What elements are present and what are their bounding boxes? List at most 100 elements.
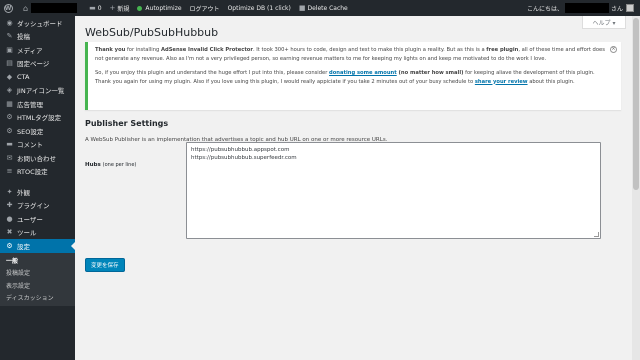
review-link[interactable]: share your review <box>475 79 528 85</box>
avatar <box>626 4 634 12</box>
notice-paragraph-2: So, if you enjoy this plugin and underst… <box>95 69 607 86</box>
account-menu[interactable]: こんにちは、 さん <box>527 0 634 16</box>
sidebar-item-label: ダッシュボード <box>17 19 63 28</box>
comments-menu[interactable]: ▬ 0 <box>85 0 105 16</box>
notice-free-plugin: free plugin <box>486 47 519 53</box>
notice-plugin-name: AdSense Invalid Click Protector <box>160 47 253 53</box>
submenu-reading[interactable]: 表示設定 <box>0 281 75 294</box>
notice-text: about this plugin. <box>527 78 575 85</box>
user-icon: ● <box>6 214 13 223</box>
sidebar-item[interactable]: ✎ 投稿 <box>0 30 75 44</box>
sidebar-item[interactable]: ▬ コメント <box>0 138 75 152</box>
hubs-textarea[interactable]: https://pubsubhubbub.appspot.com https:/… <box>186 142 601 239</box>
greeting-suffix: さん <box>610 5 623 13</box>
save-changes-button[interactable]: 変更を保存 <box>85 258 125 272</box>
main-content: ヘルプ ▾ WebSub/PubSubHubbub Thank you for … <box>75 16 632 360</box>
sidebar-item-label: メディア <box>17 46 43 55</box>
section-title: Publisher Settings <box>85 119 169 128</box>
admin-bar: W ⌂ ▬ 0 + 新規 Autoptimize ログアウト Optimize … <box>0 0 640 16</box>
pin-icon: ✎ <box>6 32 13 41</box>
submenu-general[interactable]: 一般 <box>0 256 75 269</box>
sidebar-item[interactable]: ✖ ツール <box>0 226 75 240</box>
optimize-db-link[interactable]: Optimize DB (1 click) <box>224 0 295 16</box>
delete-cache-label: Delete Cache <box>307 4 348 12</box>
hub-url-line: https://pubsubhubbub.appspot.com <box>191 147 290 153</box>
page-scrollbar[interactable] <box>632 16 640 360</box>
greeting-text: こんにちは、 <box>526 5 563 13</box>
sidebar-item[interactable]: ◉ ダッシュボード <box>0 16 75 30</box>
rtoc-icon: ≡ <box>6 167 13 176</box>
tools-icon: ✖ <box>6 228 13 237</box>
appearance-icon: ✦ <box>6 187 13 196</box>
notice-paragraph-1: Thank you for installing AdSense Invalid… <box>95 46 607 63</box>
wordpress-logo-icon[interactable]: W <box>0 0 16 16</box>
help-tab-button[interactable]: ヘルプ ▾ <box>582 16 626 29</box>
hub-url-line: https://pubsubhubbub.superfeedr.com <box>191 155 297 161</box>
plus-icon: + <box>109 4 116 12</box>
page-icon: ▤ <box>6 59 13 68</box>
admin-sidebar: ◉ ダッシュボード ✎ 投稿 ▣ メディア ▤ 固定ページ ◆ CTA ◈ JINアイコン一覧 ▦ 広告管… <box>0 16 75 360</box>
username-redacted <box>564 3 609 13</box>
sidebar-item-label: RTOC設定 <box>17 168 48 177</box>
sidebar-item[interactable]: ▣ メディア <box>0 43 75 57</box>
sidebar-item-label: ユーザー <box>17 215 43 224</box>
sidebar-item-label: HTMLタグ設定 <box>17 114 62 123</box>
sidebar-item[interactable]: ⚙ HTMLタグ設定 <box>0 111 75 125</box>
sidebar-item[interactable]: ◆ CTA <box>0 70 75 84</box>
resize-handle-icon[interactable] <box>594 232 599 237</box>
home-icon: ⌂ <box>23 3 29 13</box>
sidebar-item-label: 外観 <box>17 188 30 197</box>
cache-icon: ■ <box>298 4 306 12</box>
sidebar-item-label: 設定 <box>17 242 30 251</box>
sidebar-item-label: 固定ページ <box>17 60 50 69</box>
hubs-label-text: Hubs <box>85 162 101 168</box>
sidebar-item[interactable]: ✦ 外観 <box>0 185 75 199</box>
sidebar-item[interactable]: ✚ プラグイン <box>0 199 75 213</box>
ads-icon: ▦ <box>6 99 13 108</box>
sidebar-item-label: CTA <box>17 72 30 81</box>
hubs-label: Hubs (one per line) <box>85 162 136 168</box>
submenu-discussion[interactable]: ディスカッション <box>0 293 75 306</box>
sidebar-item-label: ツール <box>17 229 37 238</box>
settings-icon: ⚙ <box>6 241 13 250</box>
donate-link[interactable]: donating some amount <box>329 70 397 76</box>
html-tag-icon: ⚙ <box>6 113 13 122</box>
notice-text: . It took 300+ hours to code, design and… <box>252 47 487 53</box>
mail-icon: ✉ <box>6 153 13 162</box>
sidebar-item-label: 投稿 <box>17 33 30 42</box>
sidebar-item[interactable]: ⚙ 設定 <box>0 239 75 253</box>
notice-text-bold: (no matter how small) <box>396 70 464 76</box>
status-dot-icon <box>137 5 143 11</box>
scrollbar-thumb[interactable] <box>633 18 639 190</box>
jin-icon: ◈ <box>6 86 13 95</box>
sidebar-item[interactable]: ⚙ SEO設定 <box>0 124 75 138</box>
sidebar-item[interactable]: ● ユーザー <box>0 212 75 226</box>
sidebar-item[interactable]: ≡ RTOC設定 <box>0 165 75 179</box>
sidebar-item-label: JINアイコン一覧 <box>17 87 65 96</box>
submenu-writing[interactable]: 投稿設定 <box>0 268 75 281</box>
sidebar-item-label: お問い合わせ <box>17 154 56 163</box>
autoptimize-label: Autoptimize <box>145 4 182 12</box>
logout-link[interactable]: ログアウト <box>186 0 224 16</box>
sidebar-item-label: SEO設定 <box>17 127 44 136</box>
notice-text: for installing <box>125 47 161 53</box>
site-name-menu[interactable]: ⌂ <box>16 0 85 16</box>
autoptimize-menu[interactable]: Autoptimize <box>133 0 185 16</box>
seo-icon: ⚙ <box>6 126 13 135</box>
delete-cache-menu[interactable]: ■ Delete Cache <box>295 0 352 16</box>
sidebar-item[interactable]: ▦ 広告管理 <box>0 97 75 111</box>
dismiss-notice-icon[interactable]: × <box>610 46 617 53</box>
comment-bubble-icon: ▬ <box>89 4 96 12</box>
new-content-menu[interactable]: + 新規 <box>106 0 134 16</box>
comments-count: 0 <box>97 4 102 12</box>
media-icon: ▣ <box>6 45 13 54</box>
sidebar-item[interactable]: ◈ JINアイコン一覧 <box>0 84 75 98</box>
dashboard-icon: ◉ <box>6 18 13 27</box>
sidebar-item-label: プラグイン <box>17 202 50 211</box>
notice-thank-you: Thank you <box>95 47 126 53</box>
sidebar-item[interactable]: ✉ お問い合わせ <box>0 151 75 165</box>
plugin-icon: ✚ <box>6 201 13 210</box>
sidebar-item[interactable]: ▤ 固定ページ <box>0 57 75 71</box>
hubs-label-hint: (one per line) <box>102 162 137 168</box>
sidebar-item-label: 広告管理 <box>17 100 43 109</box>
